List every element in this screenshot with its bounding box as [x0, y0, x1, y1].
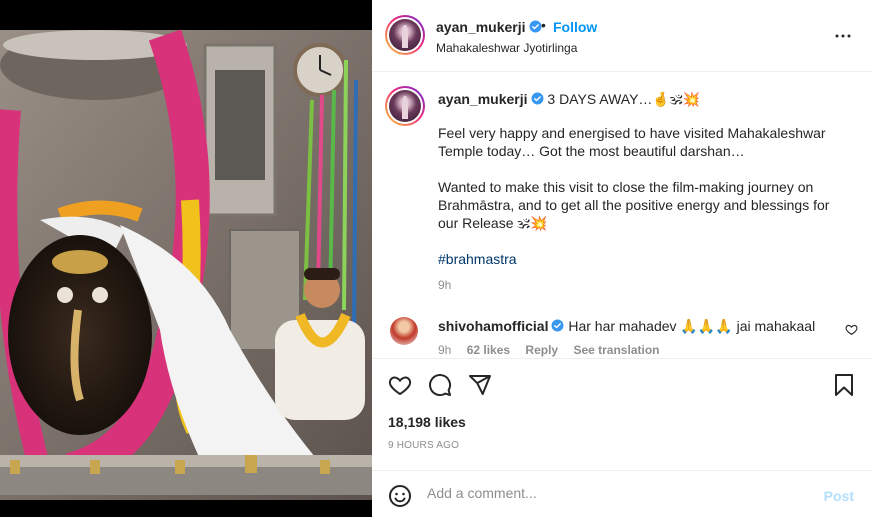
bookmark-icon[interactable] [832, 373, 856, 397]
paper-plane-icon[interactable] [468, 373, 492, 397]
verified-badge-icon [531, 92, 543, 105]
author-avatar[interactable] [385, 15, 425, 55]
more-options-icon[interactable] [834, 27, 852, 45]
comment-body: Har har mahadev 🙏🙏🙏 jai mahakaal [568, 318, 816, 334]
caption-and-comments: ayan_mukerji 3 DAYS AWAY…🤞🕉💥 Feel very h… [372, 73, 872, 358]
caption-username[interactable]: ayan_mukerji [438, 91, 528, 107]
caption-paragraph-1: Feel very happy and energised to have vi… [438, 125, 826, 159]
verified-badge-icon [529, 20, 541, 33]
heart-icon[interactable] [388, 373, 412, 397]
comment-item: shivohamofficial Har har mahadev 🙏🙏🙏 jai… [372, 313, 872, 358]
smiley-icon[interactable] [388, 484, 412, 508]
post-side-panel: ayan_mukerji • Follow Mahakaleshwar Jyot… [372, 0, 872, 517]
comment-input[interactable] [427, 485, 807, 501]
caption-time: 9h [438, 278, 452, 292]
commenter-avatar[interactable] [390, 317, 418, 345]
post-header: ayan_mukerji • Follow Mahakaleshwar Jyot… [372, 0, 872, 72]
post-actions: 18,198 likes 9 HOURS AGO [372, 358, 872, 470]
post-comment-button[interactable]: Post [824, 488, 854, 504]
comment-likes[interactable]: 62 likes [467, 343, 510, 357]
comment-meta: 9h 62 likes Reply See translation [438, 343, 671, 357]
author-username[interactable]: ayan_mukerji [436, 19, 542, 35]
post-image[interactable] [0, 0, 372, 517]
see-translation-button[interactable]: See translation [573, 343, 659, 357]
hashtag-link[interactable]: #brahmastra [438, 251, 517, 267]
post-location[interactable]: Mahakaleshwar Jyotirlinga [436, 41, 577, 55]
add-comment-bar: Post [372, 470, 872, 517]
temple-photo [0, 0, 372, 517]
likes-count[interactable]: 18,198 likes [388, 414, 466, 430]
author-username-text[interactable]: ayan_mukerji [436, 19, 526, 35]
comment-text: shivohamofficial Har har mahadev 🙏🙏🙏 jai… [438, 318, 815, 335]
caption-author-avatar[interactable] [385, 86, 425, 126]
caption-paragraph-2: Wanted to make this visit to close the f… [438, 179, 830, 231]
posted-time: 9 HOURS AGO [388, 440, 460, 451]
verified-badge-icon [552, 319, 564, 332]
reply-button[interactable]: Reply [525, 343, 558, 357]
comment-time: 9h [438, 343, 452, 357]
follow-button[interactable]: Follow [553, 19, 597, 35]
separator-dot: • [541, 17, 546, 33]
commenter-username[interactable]: shivohamofficial [438, 318, 548, 334]
comment-like-heart-icon[interactable] [845, 323, 858, 336]
caption-headline: 3 DAYS AWAY…🤞🕉💥 [547, 91, 700, 107]
comment-icon[interactable] [428, 373, 452, 397]
caption-text: ayan_mukerji 3 DAYS AWAY…🤞🕉💥 Feel very h… [438, 90, 848, 276]
